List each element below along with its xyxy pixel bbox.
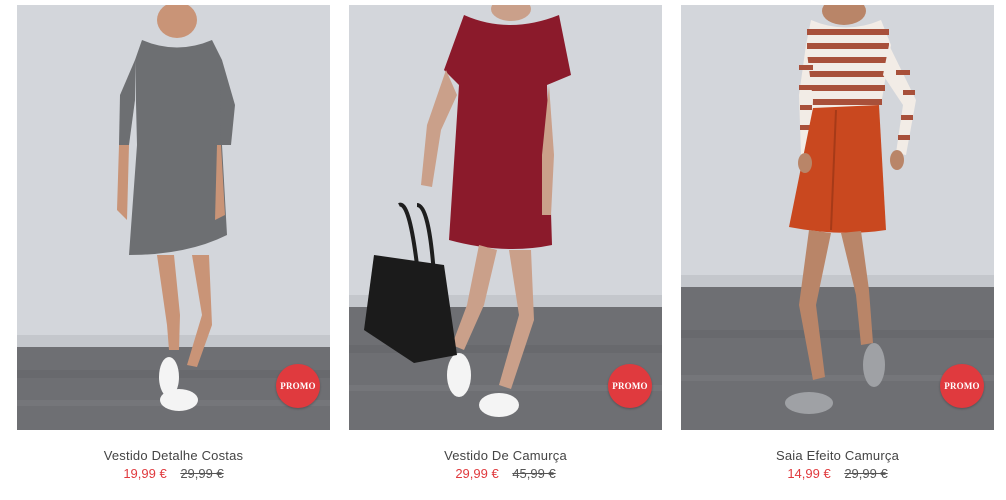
promo-badge: PROMO <box>940 364 984 408</box>
product-title[interactable]: Saia Efeito Camurça <box>681 448 994 463</box>
product-photo-grey-dress <box>17 5 330 430</box>
promo-badge: PROMO <box>276 364 320 408</box>
sale-price: 19,99 € <box>123 466 167 481</box>
original-price: 29,99 € <box>844 466 888 481</box>
promo-badge: PROMO <box>608 364 652 408</box>
product-card[interactable]: PROMO Vestido De Camurça 29,99 € 45,99 € <box>349 5 662 495</box>
product-image[interactable]: PROMO <box>681 5 994 430</box>
product-image[interactable]: PROMO <box>17 5 330 430</box>
product-grid: PROMO Vestido Detalhe Costas 19,99 € 29,… <box>0 0 1006 500</box>
product-card[interactable]: PROMO Vestido Detalhe Costas 19,99 € 29,… <box>17 5 330 495</box>
product-title[interactable]: Vestido Detalhe Costas <box>17 448 330 463</box>
original-price: 29,99 € <box>180 466 224 481</box>
price-row: 29,99 € 45,99 € <box>349 466 662 481</box>
product-photo-burgundy-dress <box>349 5 662 430</box>
product-photo-orange-skirt <box>681 5 994 430</box>
product-image[interactable]: PROMO <box>349 5 662 430</box>
product-card[interactable]: PROMO Saia Efeito Camurça 14,99 € 29,99 … <box>681 5 994 495</box>
original-price: 45,99 € <box>512 466 556 481</box>
sale-price: 14,99 € <box>787 466 831 481</box>
sale-price: 29,99 € <box>455 466 499 481</box>
product-title[interactable]: Vestido De Camurça <box>349 448 662 463</box>
price-row: 14,99 € 29,99 € <box>681 466 994 481</box>
price-row: 19,99 € 29,99 € <box>17 466 330 481</box>
